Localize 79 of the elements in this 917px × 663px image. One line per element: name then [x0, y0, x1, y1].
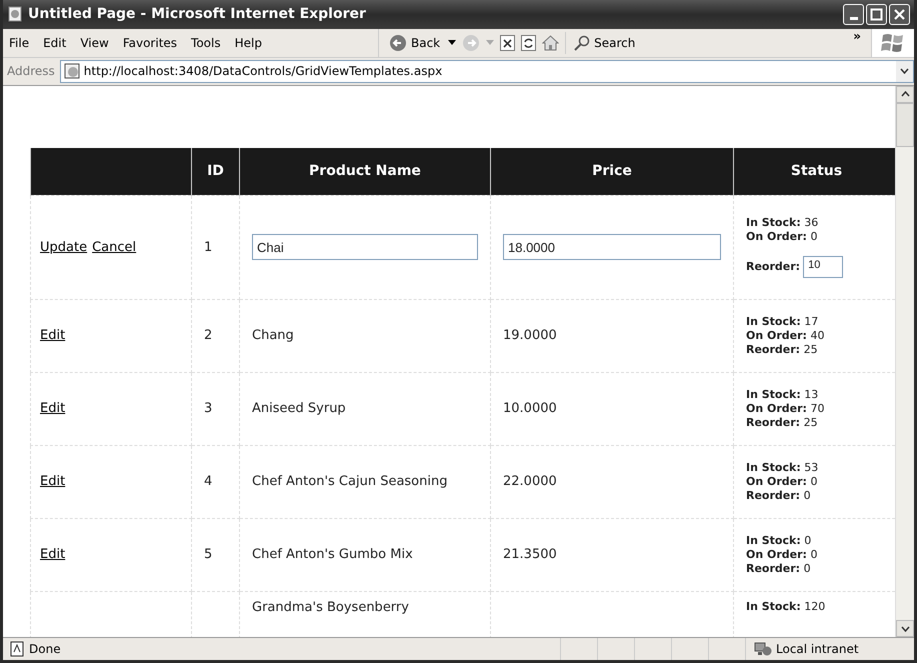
address-field[interactable]: http://localhost:3408/DataControls/GridViewTemplates.aspx: [60, 60, 914, 83]
search-button[interactable]: Search: [572, 32, 638, 53]
product-name-cell: Chang: [252, 328, 294, 344]
status-text: In Stock: 120: [746, 600, 826, 613]
menu-item[interactable]: View: [74, 36, 117, 50]
status-text: On Order: 70: [746, 402, 824, 415]
status-text: Reorder: 0: [746, 562, 811, 575]
grid-action-link[interactable]: Cancel: [92, 240, 136, 255]
status-text: On Order: 0: [746, 230, 818, 244]
intranet-icon: [754, 641, 772, 658]
maximize-button[interactable]: [866, 4, 887, 25]
caret-icon: [486, 40, 494, 46]
price-input[interactable]: 18.0000: [503, 234, 721, 260]
menu-item[interactable]: File: [3, 36, 38, 50]
status-text: Reorder: 25: [746, 416, 818, 429]
price-cell: 21.3500: [503, 547, 557, 562]
page-icon: [7, 6, 23, 22]
windows-flag-icon: [880, 32, 906, 54]
status-text: Reorder: 0: [746, 488, 811, 502]
scroll-up-icon: [900, 91, 910, 98]
column-header: Status: [734, 148, 895, 196]
price-cell: 10.0000: [503, 401, 557, 416]
product-name-cell: Grandma's Boysenberry: [252, 600, 409, 615]
status-text: On Order: 0: [746, 474, 818, 488]
close-icon: [892, 6, 907, 22]
status-text: On Order: 40: [746, 328, 824, 342]
menu-item[interactable]: Favorites: [116, 36, 186, 50]
search-icon: [574, 34, 590, 51]
column-header: ID: [192, 148, 240, 196]
status-text: On Order: 0: [746, 548, 818, 561]
id-cell: 5: [192, 518, 240, 592]
id-cell: 4: [192, 445, 240, 518]
minimize-button[interactable]: [843, 4, 864, 25]
reorder-input[interactable]: 10: [803, 256, 844, 278]
menu-item[interactable]: Help: [228, 36, 270, 50]
dropdown-caret-icon: [900, 68, 909, 74]
status-text: In Stock: 36: [746, 216, 818, 230]
edit-link[interactable]: Edit: [40, 474, 66, 490]
stop-icon: [500, 34, 516, 51]
product-name-input[interactable]: Chai: [252, 234, 478, 260]
id-cell: 2: [192, 299, 240, 372]
column-header: Price: [490, 148, 734, 196]
product-name-cell: Chef Anton's Cajun Seasoning: [252, 474, 448, 490]
edit-link[interactable]: Edit: [40, 328, 66, 344]
toolbar-overflow-button[interactable]: »: [853, 28, 861, 43]
id-cell: 3: [192, 372, 240, 446]
window-title: Untitled Page - Microsoft Internet Explorer: [28, 6, 367, 22]
status-label: Reorder:: [746, 260, 800, 274]
edit-link[interactable]: Edit: [40, 547, 66, 562]
price-cell: 22.0000: [503, 474, 557, 490]
product-name-cell: Chef Anton's Gumbo Mix: [252, 547, 413, 562]
minimize-icon: [850, 16, 858, 20]
page-icon: [64, 63, 80, 80]
column-header: Product Name: [240, 148, 490, 196]
back-button[interactable]: Back: [387, 32, 442, 54]
scrollbar-thumb[interactable]: [896, 102, 914, 147]
price-cell: 19.0000: [503, 328, 557, 344]
product-name-cell: Aniseed Syrup: [252, 401, 346, 416]
vertical-scrollbar[interactable]: [895, 86, 914, 638]
status-text: In Stock: 13: [746, 388, 818, 401]
status-text: In Stock: 0: [746, 534, 812, 547]
scroll-down-icon: [900, 626, 910, 632]
id-cell: 1: [192, 195, 240, 300]
grid-action-link[interactable]: Update: [40, 240, 88, 255]
refresh-icon: [521, 34, 536, 51]
home-icon: [542, 34, 560, 51]
status-text: Reorder: 25: [746, 342, 818, 356]
status-text: Done: [29, 642, 61, 656]
menu-item[interactable]: Tools: [185, 36, 229, 50]
caret-icon: [448, 40, 456, 46]
page-done-icon: [9, 641, 25, 658]
menu-item[interactable]: Edit: [37, 36, 74, 50]
security-zone-label: Local intranet: [776, 642, 859, 656]
status-text: In Stock: 53: [746, 460, 818, 474]
status-text: In Stock: 17: [746, 314, 818, 328]
edit-link[interactable]: Edit: [40, 401, 66, 416]
address-label: Address: [7, 64, 55, 78]
close-button[interactable]: [889, 4, 910, 25]
maximize-icon: [869, 6, 884, 22]
